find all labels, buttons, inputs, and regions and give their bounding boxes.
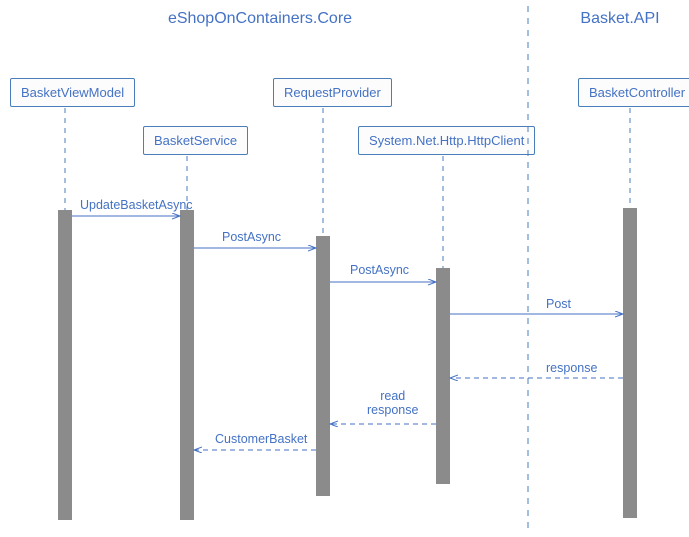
- msg-label-read-response: read response: [367, 389, 418, 417]
- participant-basketservice: BasketService: [143, 126, 248, 155]
- msg-label-postasync-1: PostAsync: [222, 230, 281, 244]
- participant-httpclient: System.Net.Http.HttpClient: [358, 126, 535, 155]
- activation-bar: [316, 236, 330, 496]
- activation-bar: [58, 210, 72, 520]
- msg-label-updatebasketasync: UpdateBasketAsync: [80, 198, 193, 212]
- sequence-diagram: eShopOnContainers.Core Basket.API Basket…: [0, 0, 689, 537]
- group-label-core: eShopOnContainers.Core: [130, 10, 390, 28]
- activation-bar: [180, 210, 194, 520]
- activation-bar: [623, 208, 637, 518]
- group-label-basketapi: Basket.API: [565, 10, 675, 28]
- participant-requestprovider: RequestProvider: [273, 78, 392, 107]
- msg-label-customerbasket: CustomerBasket: [215, 432, 307, 446]
- msg-label-postasync-2: PostAsync: [350, 263, 409, 277]
- activation-bar: [436, 268, 450, 484]
- msg-label-post: Post: [546, 297, 571, 311]
- msg-label-response: response: [546, 361, 597, 375]
- participant-basketviewmodel: BasketViewModel: [10, 78, 135, 107]
- participant-basketcontroller: BasketController: [578, 78, 689, 107]
